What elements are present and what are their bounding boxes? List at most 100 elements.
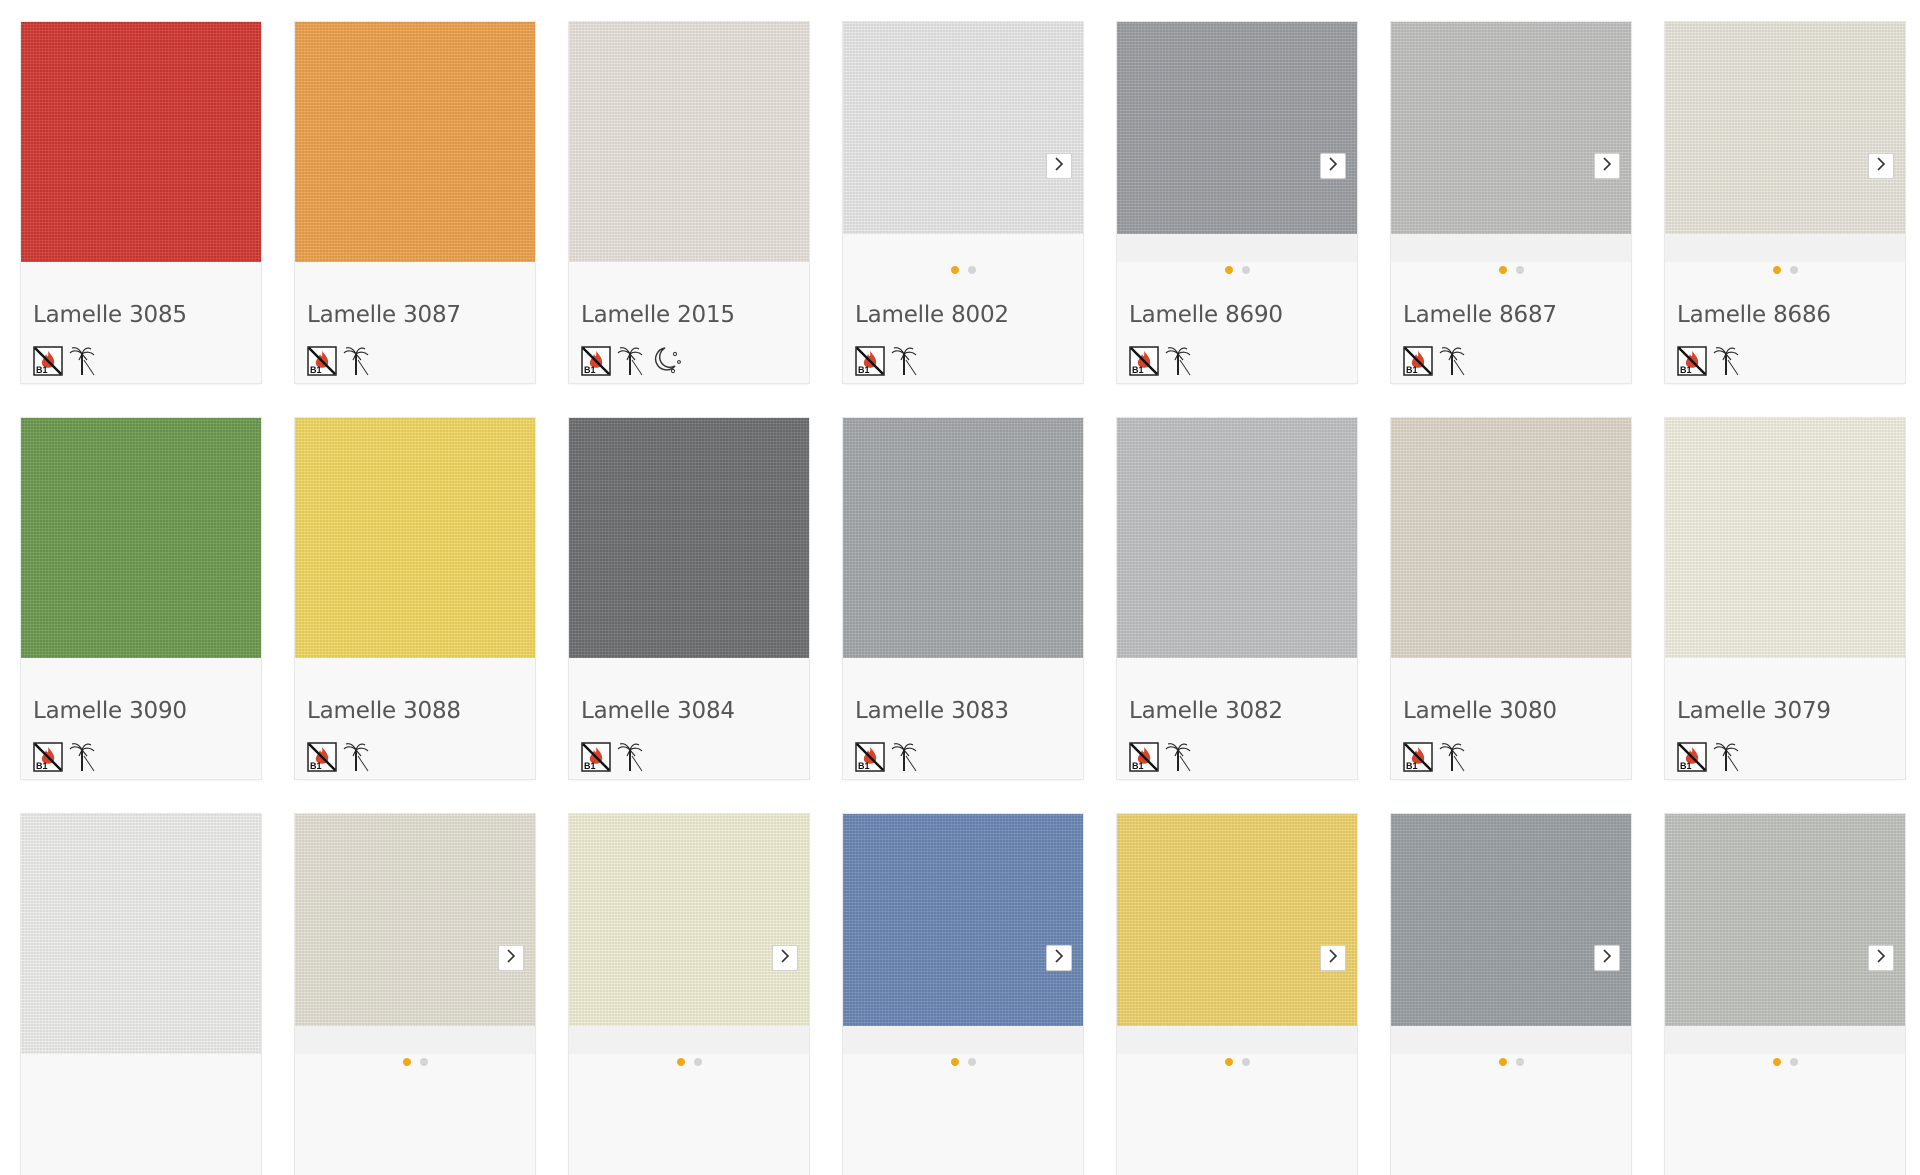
svg-text:B1: B1 [584, 761, 596, 771]
product-card[interactable]: Lamelle 3082 B1 [1117, 418, 1357, 779]
product-card[interactable]: Lamelle 3084 B1 [569, 418, 809, 779]
product-card[interactable] [569, 814, 809, 1175]
product-name: Lamelle 8687 [1403, 302, 1557, 328]
pagination-dot[interactable] [1515, 266, 1524, 274]
slider-strip [569, 1026, 809, 1054]
pagination-dot-active[interactable] [1224, 266, 1233, 274]
slider-strip [843, 234, 1083, 262]
feature-icons: B1 [33, 342, 97, 376]
fabric-swatch-image[interactable] [295, 418, 535, 658]
fabric-swatch-image[interactable] [295, 22, 535, 262]
fabric-swatch-image[interactable] [1665, 22, 1905, 234]
fabric-swatch-image[interactable] [569, 22, 809, 262]
palm-tree-icon [615, 740, 645, 772]
slider-pagination [843, 266, 1083, 276]
product-card[interactable]: Lamelle 3079 B1 [1665, 418, 1905, 779]
pagination-dot[interactable] [693, 1058, 702, 1066]
pagination-dot[interactable] [1789, 1058, 1798, 1066]
fire-b1-icon: B1 [307, 346, 337, 376]
product-card[interactable]: Lamelle 3087 B1 [295, 22, 535, 383]
fabric-swatch-image[interactable] [21, 814, 261, 1054]
fabric-swatch-image[interactable] [843, 418, 1083, 658]
product-card[interactable] [1117, 814, 1357, 1175]
fabric-swatch-image[interactable] [1665, 814, 1905, 1026]
fabric-swatch-image[interactable] [1391, 418, 1631, 658]
fire-b1-icon: B1 [1677, 742, 1707, 772]
product-card[interactable]: Lamelle 3080 B1 [1391, 418, 1631, 779]
next-image-button[interactable] [1046, 945, 1072, 971]
fabric-swatch-image[interactable] [569, 814, 809, 1026]
fabric-swatch-image[interactable] [843, 814, 1083, 1026]
svg-text:B1: B1 [310, 761, 322, 771]
next-image-button[interactable] [1594, 945, 1620, 971]
product-card[interactable] [843, 814, 1083, 1175]
fire-b1-icon: B1 [1129, 742, 1159, 772]
pagination-dot[interactable] [419, 1058, 428, 1066]
fabric-texture [295, 418, 535, 658]
fabric-swatch-image[interactable] [1391, 22, 1631, 234]
product-card[interactable] [1665, 814, 1905, 1175]
product-card[interactable] [295, 814, 535, 1175]
fabric-swatch-image[interactable] [1117, 418, 1357, 658]
chevron-right-icon [1600, 156, 1614, 176]
slider-strip [1391, 234, 1631, 262]
next-image-button[interactable] [1868, 153, 1894, 179]
product-card[interactable]: Lamelle 3083 B1 [843, 418, 1083, 779]
svg-text:B1: B1 [1406, 761, 1418, 771]
pagination-dot-active[interactable] [1498, 266, 1507, 274]
pagination-dot-active[interactable] [1772, 1058, 1781, 1066]
feature-icons: B1 [1129, 738, 1193, 772]
fabric-swatch-image[interactable] [569, 418, 809, 658]
fabric-swatch-image[interactable] [1665, 418, 1905, 658]
pagination-dot-active[interactable] [950, 266, 959, 274]
fabric-swatch-image[interactable] [295, 814, 535, 1026]
svg-text:B1: B1 [36, 365, 48, 375]
pagination-dot[interactable] [1515, 1058, 1524, 1066]
product-card[interactable] [21, 814, 261, 1175]
product-name: Lamelle 3087 [307, 302, 461, 328]
fabric-swatch-image[interactable] [21, 22, 261, 262]
fabric-texture [1665, 418, 1905, 658]
product-card[interactable]: Lamelle 3085 B1 [21, 22, 261, 383]
fabric-swatch-image[interactable] [1117, 22, 1357, 234]
pagination-dot[interactable] [967, 1058, 976, 1066]
next-image-button[interactable] [772, 945, 798, 971]
pagination-dot-active[interactable] [950, 1058, 959, 1066]
pagination-dot-active[interactable] [1224, 1058, 1233, 1066]
pagination-dot[interactable] [1241, 266, 1250, 274]
next-image-button[interactable] [1320, 153, 1346, 179]
product-name: Lamelle 2015 [581, 302, 735, 328]
pagination-dot[interactable] [1241, 1058, 1250, 1066]
next-image-button[interactable] [498, 945, 524, 971]
next-image-button[interactable] [1868, 945, 1894, 971]
fabric-swatch-image[interactable] [843, 22, 1083, 234]
fabric-swatch-image[interactable] [21, 418, 261, 658]
product-card[interactable]: Lamelle 8690 B1 [1117, 22, 1357, 383]
pagination-dot-active[interactable] [1498, 1058, 1507, 1066]
chevron-right-icon [1874, 948, 1888, 968]
palm-tree-icon [1163, 344, 1193, 376]
product-card[interactable]: Lamelle 8687 B1 [1391, 22, 1631, 383]
fire-b1-icon: B1 [581, 346, 611, 376]
fabric-texture [21, 22, 261, 262]
slider-pagination [1117, 266, 1357, 276]
fabric-swatch-image[interactable] [1117, 814, 1357, 1026]
product-name: Lamelle 3082 [1129, 698, 1283, 724]
pagination-dot-active[interactable] [402, 1058, 411, 1066]
svg-text:B1: B1 [1680, 365, 1692, 375]
product-card[interactable]: Lamelle 3090 B1 [21, 418, 261, 779]
product-card[interactable] [1391, 814, 1631, 1175]
product-card[interactable]: Lamelle 2015 B1 [569, 22, 809, 383]
next-image-button[interactable] [1046, 153, 1072, 179]
product-card[interactable]: Lamelle 8686 B1 [1665, 22, 1905, 383]
next-image-button[interactable] [1594, 153, 1620, 179]
pagination-dot[interactable] [967, 266, 976, 274]
pagination-dot[interactable] [1789, 266, 1798, 274]
next-image-button[interactable] [1320, 945, 1346, 971]
pagination-dot-active[interactable] [676, 1058, 685, 1066]
product-card[interactable]: Lamelle 3088 B1 [295, 418, 535, 779]
pagination-dot-active[interactable] [1772, 266, 1781, 274]
svg-text:B1: B1 [858, 365, 870, 375]
fabric-swatch-image[interactable] [1391, 814, 1631, 1026]
product-card[interactable]: Lamelle 8002 B1 [843, 22, 1083, 383]
